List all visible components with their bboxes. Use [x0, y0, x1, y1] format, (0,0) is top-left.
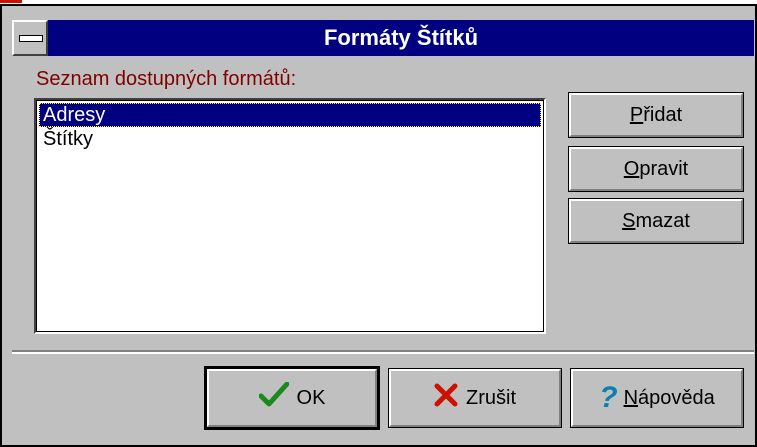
help-rest-label: ápověda: [638, 386, 715, 409]
labels-format-dialog: Formáty Štítků Seznam dostupných formátů…: [0, 4, 757, 447]
system-menu-icon: [19, 35, 43, 42]
title-bar: Formáty Štítků: [12, 20, 754, 56]
add-rest-label: řidat: [643, 103, 683, 126]
cancel-button[interactable]: Zrušit: [388, 368, 562, 428]
list-item-stitky[interactable]: Štítky: [39, 127, 541, 151]
edit-accel-label: O: [623, 157, 640, 180]
delete-button[interactable]: Smazat: [568, 198, 744, 244]
x-icon: [434, 383, 458, 413]
dialog-separator: [12, 350, 754, 354]
add-accel-label: P: [629, 103, 644, 126]
edit-rest-label: pravit: [639, 157, 689, 180]
ok-label: OK: [296, 386, 326, 409]
dialog-title: Formáty Štítků: [323, 25, 479, 50]
list-item-adresy[interactable]: Adresy: [39, 103, 541, 127]
help-button[interactable]: ? Nápověda: [570, 368, 744, 428]
question-icon: ?: [599, 381, 618, 414]
formats-list-label: Seznam dostupných formátů:: [36, 68, 297, 90]
cancel-label: Zrušit: [466, 386, 516, 409]
delete-accel-label: S: [622, 209, 636, 232]
formats-listbox[interactable]: Adresy Štítky: [34, 98, 546, 334]
system-menu-button[interactable]: [12, 20, 48, 56]
add-button[interactable]: Přidat: [568, 92, 744, 138]
ok-button[interactable]: OK: [204, 366, 380, 430]
delete-rest-label: mazat: [635, 209, 690, 232]
checkmark-icon: [258, 381, 290, 414]
help-accel-label: N: [623, 386, 639, 409]
edit-button[interactable]: Opravit: [568, 146, 744, 192]
